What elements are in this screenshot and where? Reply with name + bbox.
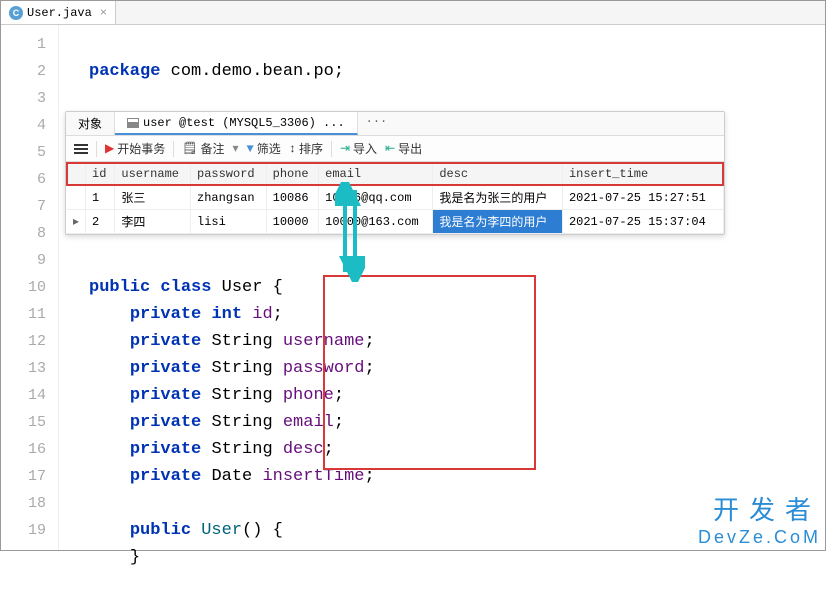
- col-email[interactable]: email: [319, 163, 433, 185]
- db-toolbar: ▶开始事务 🗒备注 ▾ ▼筛选 ↕排序 ⇥导入 ⇤导出: [66, 136, 724, 162]
- menu-icon[interactable]: [74, 144, 88, 154]
- import-icon: ⇥: [340, 141, 350, 156]
- col-password[interactable]: password: [191, 163, 267, 185]
- tab-filename: User.java: [27, 6, 92, 20]
- db-tab-more[interactable]: ...: [358, 112, 396, 135]
- col-desc[interactable]: desc: [433, 163, 563, 185]
- play-icon: ▶: [105, 141, 114, 156]
- table-icon: [127, 118, 139, 128]
- field-desc: desc: [283, 440, 324, 459]
- db-tabs: 对象 user @test (MYSQL5_3306) ... ...: [66, 112, 724, 136]
- sort-button[interactable]: ↕排序: [289, 140, 323, 157]
- field-username: username: [283, 332, 365, 351]
- filter-button[interactable]: ▼筛选: [247, 140, 281, 157]
- constructor-name: User: [201, 521, 242, 540]
- table-row[interactable]: 1 张三 zhangsan 10086 10086@qq.com 我是名为张三的…: [67, 185, 723, 210]
- col-insert-time[interactable]: insert_time: [562, 163, 723, 185]
- begin-tx-button[interactable]: ▶开始事务: [105, 140, 165, 157]
- db-table: id username password phone email desc in…: [66, 162, 724, 234]
- tab-bar: C User.java ×: [1, 1, 825, 25]
- col-marker: [67, 163, 86, 185]
- field-phone: phone: [283, 386, 334, 405]
- field-inserttime: insertTime: [262, 467, 364, 486]
- field-email: email: [283, 413, 334, 432]
- line-gutter: 12345678910111213141516171819: [1, 25, 59, 550]
- package-path: com.demo.bean.po;: [160, 62, 344, 81]
- code-area[interactable]: package com.demo.bean.po; import java.ut…: [59, 25, 825, 550]
- sort-icon: ↕: [289, 142, 296, 156]
- class-decl: public class: [89, 278, 222, 297]
- db-table-header: id username password phone email desc in…: [67, 163, 723, 185]
- note-icon: 🗒: [182, 141, 197, 156]
- field-id: id: [252, 305, 272, 324]
- export-icon: ⇤: [385, 141, 395, 156]
- col-id[interactable]: id: [86, 163, 115, 185]
- table-row[interactable]: ▸ 2 李四 lisi 10000 10000@163.com 我是名为李四的用…: [67, 210, 723, 234]
- db-result-popup: 对象 user @test (MYSQL5_3306) ... ... ▶开始事…: [65, 111, 725, 235]
- field-password: password: [283, 359, 365, 378]
- db-tab-object[interactable]: 对象: [66, 112, 115, 135]
- col-phone[interactable]: phone: [266, 163, 319, 185]
- current-row-icon: ▸: [67, 210, 86, 234]
- funnel-icon: ▼: [247, 142, 254, 156]
- close-icon[interactable]: ×: [100, 6, 107, 20]
- keyword-package: package: [89, 62, 160, 81]
- editor: 12345678910111213141516171819 package co…: [1, 25, 825, 550]
- col-username[interactable]: username: [115, 163, 191, 185]
- java-class-icon: C: [9, 6, 23, 20]
- selected-cell[interactable]: 我是名为李四的用户: [433, 210, 563, 234]
- memo-button[interactable]: 🗒备注: [182, 140, 224, 157]
- import-button[interactable]: ⇥导入: [340, 140, 377, 157]
- export-button[interactable]: ⇤导出: [385, 140, 422, 157]
- db-tab-table[interactable]: user @test (MYSQL5_3306) ...: [115, 112, 358, 135]
- file-tab[interactable]: C User.java ×: [1, 1, 116, 24]
- watermark: 开发者 DevZe.CoM: [698, 490, 821, 548]
